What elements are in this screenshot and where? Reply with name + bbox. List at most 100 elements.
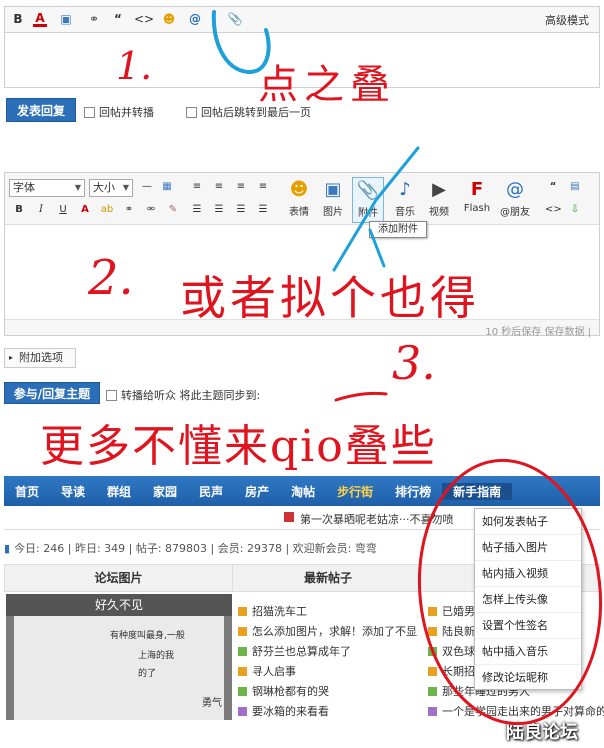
- menu-item-upload-avatar[interactable]: 怎样上传头像: [475, 587, 581, 613]
- menu-item-how-to-post[interactable]: 如何发表帖子: [475, 509, 581, 535]
- chevron-down-icon: ▼: [122, 183, 129, 192]
- justify-icon[interactable]: ≡: [255, 180, 271, 194]
- nav-public-voice[interactable]: 民声: [188, 483, 234, 500]
- post-reply-button[interactable]: 发表回复: [6, 98, 76, 122]
- code-icon[interactable]: <>: [134, 11, 154, 27]
- post-icon: [238, 606, 247, 616]
- forum-photo[interactable]: 好久不见 有种度叫最身,一般 上海的我 的了 勇气: [6, 594, 232, 720]
- video-label: 视频: [429, 207, 449, 218]
- outdent-icon[interactable]: ☰: [255, 203, 271, 217]
- align-center-icon[interactable]: ≡: [211, 180, 227, 194]
- forum-nav-bar: 首页 导读 群组 家园 民声 房产 淘帖 步行街 排行榜 新手指南: [4, 476, 600, 506]
- jump-last-page-checkbox[interactable]: [186, 106, 197, 118]
- post-icon: [238, 686, 247, 696]
- post-item[interactable]: 怎么添加图片，求解！添加了不显: [238, 623, 417, 639]
- font-size-select[interactable]: 大小 ▼: [89, 179, 133, 197]
- post-icon: [428, 646, 437, 656]
- post-item[interactable]: 寻人启事: [238, 663, 296, 679]
- attach-options-label: 附加选项: [19, 351, 63, 364]
- bold-icon[interactable]: B: [11, 11, 25, 27]
- broadcast-option[interactable]: 转播给听众 将此主题同步到:: [106, 387, 260, 403]
- post-item[interactable]: 一个是学园走出来的男子对算命的: [428, 703, 604, 719]
- quote-icon[interactable]: “: [545, 180, 561, 194]
- smiley-icon[interactable]: ☻: [161, 11, 177, 27]
- repost-option[interactable]: 回帖并转播: [84, 104, 154, 120]
- indent-icon[interactable]: ☰: [233, 203, 249, 217]
- post-title: 舒芬兰也总算成年了: [252, 645, 351, 658]
- link-icon[interactable]: ⚭: [85, 11, 103, 27]
- attachment-icon[interactable]: 📎: [227, 11, 243, 27]
- italic-icon[interactable]: I: [33, 203, 49, 217]
- music-button[interactable]: ♪ 音乐: [389, 177, 421, 218]
- stats-text: 今日: 246 | 昨日: 349 | 帖子: 879803 | 会员: 293…: [14, 542, 377, 555]
- highlight-icon[interactable]: ab: [99, 203, 115, 217]
- nav-rankings[interactable]: 排行榜: [384, 483, 442, 500]
- mention-button[interactable]: @ @朋友: [499, 177, 531, 218]
- horizontal-rule-icon[interactable]: —: [139, 180, 155, 194]
- quote-icon[interactable]: “: [111, 11, 125, 27]
- news-headline[interactable]: 第一次暴晒呢老姑凉···不喜勿喷: [300, 511, 454, 527]
- underline-icon[interactable]: U: [55, 203, 71, 217]
- post-item[interactable]: 陆良新: [428, 623, 475, 639]
- post-item[interactable]: 已婚男: [428, 603, 475, 619]
- download-icon[interactable]: ⇩: [567, 203, 583, 217]
- link-icon[interactable]: ⚭: [121, 203, 137, 217]
- post-item[interactable]: 舒芬兰也总算成年了: [238, 643, 351, 659]
- menu-item-set-signature[interactable]: 设置个性签名: [475, 613, 581, 639]
- post-icon: [238, 646, 247, 656]
- image-icon[interactable]: ▣: [57, 11, 75, 27]
- unordered-list-icon[interactable]: ☰: [211, 203, 227, 217]
- post-item[interactable]: 双色球: [428, 643, 475, 659]
- reply-textarea[interactable]: [4, 32, 600, 88]
- post-title: 寻人启事: [252, 665, 296, 678]
- flash-button[interactable]: F Flash: [461, 177, 493, 214]
- font-family-select[interactable]: 字体 ▼: [9, 179, 85, 197]
- font-color-icon[interactable]: A: [77, 203, 93, 217]
- tab-latest-posts[interactable]: 最新帖子: [233, 565, 423, 591]
- menu-item-change-nickname[interactable]: 修改论坛昵称: [475, 665, 581, 691]
- menu-item-insert-image[interactable]: 帖子插入图片: [475, 535, 581, 561]
- annotation-3-number: 3.: [392, 336, 436, 390]
- nav-home-space[interactable]: 家园: [142, 483, 188, 500]
- font-color-icon[interactable]: A: [33, 11, 47, 27]
- jump-last-page-option[interactable]: 回帖后跳转到最后一页: [186, 104, 311, 120]
- code-icon[interactable]: <>: [545, 203, 562, 217]
- attachment-button[interactable]: 📎 附件: [352, 177, 384, 223]
- nav-pedestrian-street[interactable]: 步行街: [326, 483, 384, 500]
- emoticon-button[interactable]: ☻ 表情: [283, 177, 315, 218]
- page-icon[interactable]: ▤: [567, 180, 583, 194]
- table-icon[interactable]: ▦: [159, 180, 175, 194]
- annotation-3-text: 更多不懂来qio叠些: [40, 421, 437, 472]
- post-icon: [238, 666, 247, 676]
- align-left-icon[interactable]: ≡: [189, 180, 205, 194]
- menu-item-insert-music[interactable]: 帖中插入音乐: [475, 639, 581, 665]
- post-item[interactable]: 要冰箱的来看看: [238, 703, 329, 719]
- unlink-icon[interactable]: ⚮: [143, 203, 159, 217]
- nav-groups[interactable]: 群组: [96, 483, 142, 500]
- broadcast-checkbox[interactable]: [106, 389, 117, 401]
- tab-forum-pictures[interactable]: 论坛图片: [5, 565, 233, 591]
- post-item[interactable]: 长期招: [428, 663, 475, 679]
- post-title: 怎么添加图片，求解！添加了不显: [252, 625, 417, 638]
- nav-newbie-guide[interactable]: 新手指南: [442, 482, 513, 500]
- clear-format-icon[interactable]: ✎: [165, 203, 181, 217]
- reply-topic-button[interactable]: 参与/回复主题: [4, 382, 100, 404]
- nav-collections[interactable]: 淘帖: [280, 483, 326, 500]
- bold-icon[interactable]: B: [11, 203, 27, 217]
- video-button[interactable]: ▶ 视频: [423, 177, 455, 218]
- nav-home[interactable]: 首页: [4, 483, 50, 500]
- nav-guide[interactable]: 导读: [50, 483, 96, 500]
- menu-item-insert-video[interactable]: 帖内插入视频: [475, 561, 581, 587]
- post-icon: [428, 666, 437, 676]
- post-icon: [428, 606, 437, 616]
- attach-options-toggle[interactable]: ▸ 附加选项: [4, 348, 76, 368]
- ordered-list-icon[interactable]: ☰: [189, 203, 205, 217]
- nav-real-estate[interactable]: 房产: [234, 483, 280, 500]
- align-right-icon[interactable]: ≡: [233, 180, 249, 194]
- image-button[interactable]: ▣ 图片: [317, 177, 349, 218]
- post-item[interactable]: 钢琳枪都有的哭: [238, 683, 329, 699]
- post-item[interactable]: 招猫洗车工: [238, 603, 307, 619]
- repost-checkbox[interactable]: [84, 106, 95, 118]
- at-icon[interactable]: @: [187, 11, 203, 27]
- advanced-mode-link[interactable]: 高级模式: [545, 12, 589, 28]
